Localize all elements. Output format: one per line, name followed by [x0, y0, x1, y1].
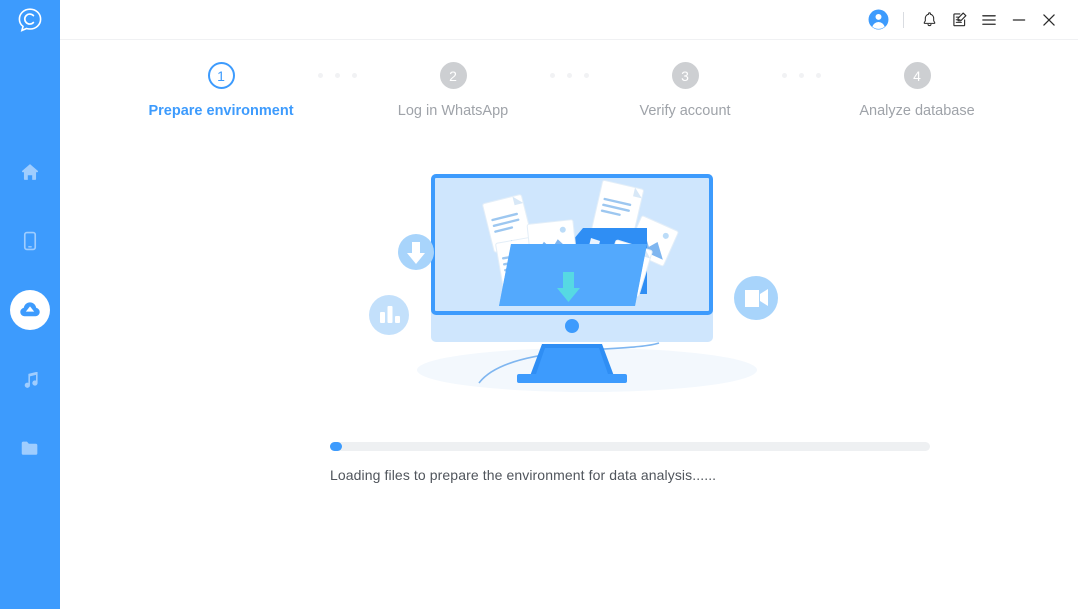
chart-badge: [369, 295, 409, 335]
main-content: 1 Prepare environment 2 Log in WhatsApp …: [60, 0, 1078, 609]
folder-icon: [21, 441, 38, 455]
step-3-label: Verify account: [639, 103, 731, 119]
monitor-power-dot: [565, 319, 579, 333]
step-4-number: 4: [903, 62, 931, 89]
illustration-container: [60, 168, 1078, 408]
separator-dot: [549, 73, 555, 78]
step-separator-1: [303, 73, 371, 78]
step-1-prepare-environment: 1 Prepare environment: [139, 62, 303, 119]
chat-bubble-c-logo-icon: [18, 8, 42, 32]
close-icon: [1043, 13, 1055, 26]
home-icon: [21, 164, 39, 180]
progress-status-text: Loading files to prepare the environment…: [330, 467, 717, 483]
step-4-label: Analyze database: [859, 103, 975, 119]
monitor-stand-front: [536, 348, 608, 374]
progress-stepper: 1 Prepare environment 2 Log in WhatsApp …: [60, 62, 1078, 119]
minimize-icon: [1012, 18, 1026, 21]
sidebar: [0, 0, 60, 609]
step-1-number: 1: [207, 62, 235, 89]
step-2-login-whatsapp: 2 Log in WhatsApp: [371, 62, 535, 119]
monitor-base: [517, 374, 627, 383]
separator-dot: [351, 73, 357, 78]
step-3-number: 3: [671, 62, 699, 89]
separator-dot: [781, 73, 787, 78]
mobile-phone-icon: [23, 231, 37, 251]
close-button[interactable]: [1034, 5, 1064, 35]
minimize-button[interactable]: [1004, 5, 1034, 35]
sidebar-item-music[interactable]: [10, 359, 50, 399]
separator-dot: [566, 73, 572, 78]
user-avatar-button[interactable]: [863, 5, 893, 35]
step-2-label: Log in WhatsApp: [397, 103, 509, 119]
titlebar-controls: [863, 5, 1064, 35]
bell-icon: [923, 12, 935, 27]
step-separator-3: [767, 73, 835, 78]
notifications-button[interactable]: [914, 5, 944, 35]
download-badge: [398, 234, 434, 270]
step-separator-2: [535, 73, 603, 78]
sidebar-item-phone[interactable]: [10, 221, 50, 261]
video-badge: [734, 276, 778, 320]
progress-bar-track: [330, 442, 930, 451]
separator-dot: [334, 73, 340, 78]
separator-dot: [583, 73, 589, 78]
feedback-button[interactable]: [944, 5, 974, 35]
hamburger-menu-icon: [982, 14, 996, 25]
music-note-icon: [24, 371, 38, 388]
step-3-verify-account: 3 Verify account: [603, 62, 767, 119]
progress-bar-fill: [330, 442, 342, 451]
sidebar-item-cloud-recovery[interactable]: [10, 290, 50, 330]
titlebar: [60, 0, 1078, 40]
step-1-label: Prepare environment: [148, 103, 294, 119]
note-edit-icon: [952, 12, 966, 27]
separator-dot: [317, 73, 323, 78]
app-window: 1 Prepare environment 2 Log in WhatsApp …: [0, 0, 1078, 609]
app-logo: [12, 2, 48, 38]
sidebar-item-home[interactable]: [10, 152, 50, 192]
cloud-upload-icon: [20, 302, 40, 317]
menu-button[interactable]: [974, 5, 1004, 35]
user-avatar-icon: [868, 9, 888, 30]
titlebar-divider: [903, 11, 904, 28]
progress-section: Loading files to prepare the environment…: [330, 442, 930, 483]
separator-dot: [815, 73, 821, 78]
computer-files-download-illustration: [369, 174, 778, 392]
sidebar-nav: [10, 152, 50, 468]
step-2-number: 2: [439, 62, 467, 89]
separator-dot: [798, 73, 804, 78]
sidebar-item-files[interactable]: [10, 428, 50, 468]
step-4-analyze-database: 4 Analyze database: [835, 62, 999, 119]
